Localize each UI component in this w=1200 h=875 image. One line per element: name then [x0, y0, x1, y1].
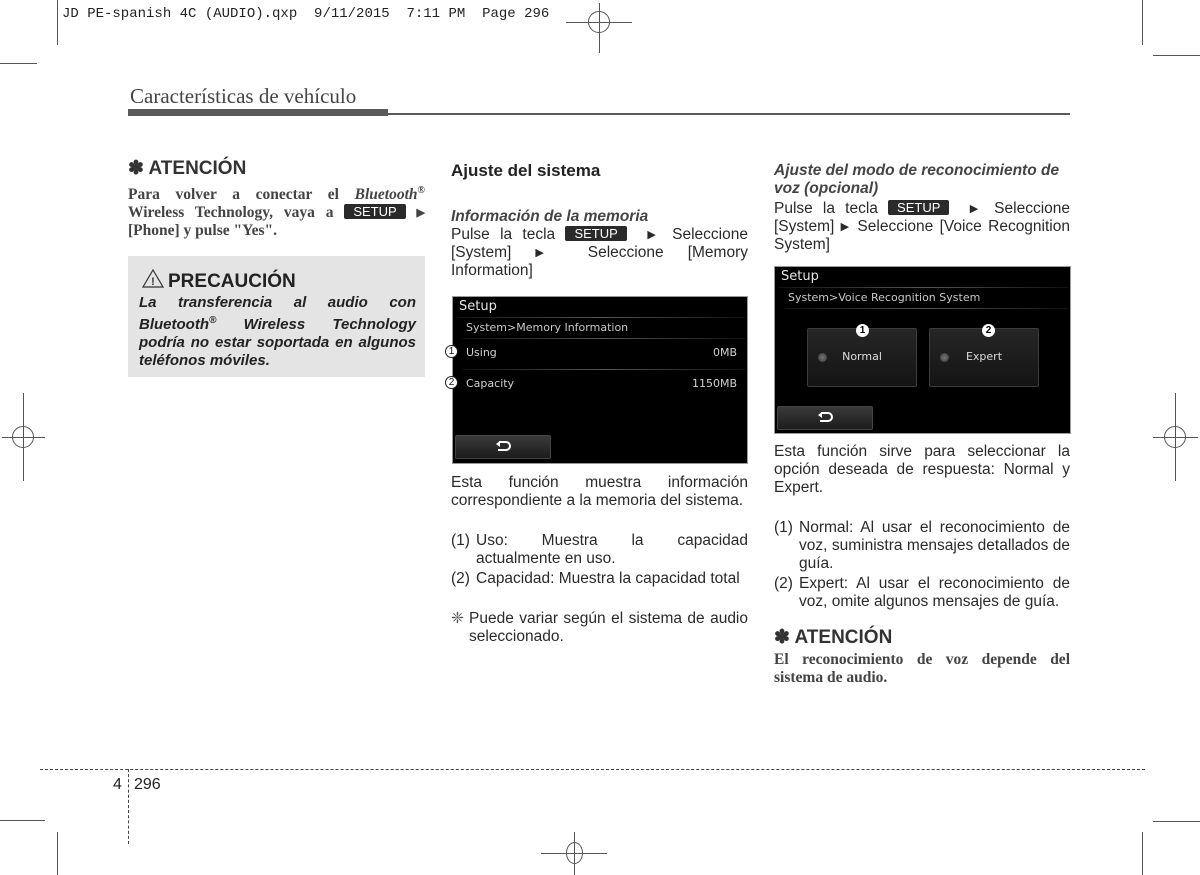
back-button[interactable] — [455, 435, 551, 459]
memory-info-screenshot: Setup System>Memory Information Using 0M… — [452, 296, 748, 464]
screen-breadcrumb: System>Memory Information — [466, 321, 629, 334]
attention-note-bluetooth: ✽ ATENCIÓN Para volver a conectar el Blu… — [128, 158, 425, 240]
arrow-right-icon: ▶ — [535, 247, 564, 259]
note: ❈ Puede variar según el sistema de audio… — [451, 610, 748, 645]
list-item: (2) Capacidad: Muestra la capacidad tota… — [451, 570, 740, 587]
section-heading: Ajuste del sistema — [451, 161, 601, 180]
attention-heading: ✽ ATENCIÓN — [128, 158, 247, 179]
arrow-right-icon: ▶ — [647, 229, 662, 241]
attention-heading: ✽ ATENCIÓN — [774, 627, 893, 648]
back-arrow-icon — [817, 409, 833, 427]
back-arrow-icon — [495, 438, 511, 456]
list-item: (1) Uso: Muestra la capacidad actualment… — [451, 532, 748, 567]
page-number: 296 — [134, 776, 161, 793]
callout-1: 1 — [856, 324, 869, 337]
screen-breadcrumb: System>Voice Recognition System — [788, 291, 981, 304]
crop-mark — [1153, 821, 1200, 822]
voice-recognition-description: Esta función sirve para seleccionar la o… — [774, 443, 1070, 686]
print-slug: JD PE-spanish 4C (AUDIO).qxp 9/11/2015 7… — [62, 6, 550, 22]
divider — [785, 308, 1068, 309]
system-settings-section: Ajuste del sistema Información de la mem… — [451, 162, 748, 280]
subsection-heading: Información de la memoria — [451, 208, 649, 225]
arrow-right-icon: ▶ — [969, 203, 985, 215]
divider — [463, 338, 745, 339]
section-title: Características de vehículo — [130, 84, 357, 108]
screen-title: Setup — [781, 269, 819, 284]
capacity-value: 1150MB — [691, 377, 737, 390]
crop-mark — [0, 820, 45, 821]
divider — [463, 369, 745, 370]
caution-box: ! PRECAUCIÓN La transferencia al audio c… — [128, 256, 425, 377]
divider — [457, 317, 745, 318]
crop-mark — [57, 0, 58, 45]
screen-title: Setup — [459, 299, 497, 314]
option-expert-button[interactable]: Expert — [929, 328, 1039, 387]
svg-text:!: ! — [151, 276, 155, 288]
title-rule-thin — [388, 113, 1070, 115]
setup-key-badge: SETUP — [888, 200, 950, 215]
using-value: 0MB — [712, 346, 737, 359]
voice-recognition-section: Ajuste del modo de reconocimiento de voz… — [774, 162, 1070, 254]
crop-mark — [1142, 0, 1143, 45]
crop-mark — [1142, 832, 1143, 875]
caution-heading: ! PRECAUCIÓN — [141, 268, 296, 294]
callout-2: 2 — [445, 376, 458, 389]
subsection-heading: Ajuste del modo de reconocimiento de voz… — [774, 162, 1060, 197]
crop-mark — [57, 832, 58, 875]
memory-info-description: Esta función muestra información corresp… — [451, 474, 748, 645]
voice-recognition-instructions: Pulse la tecla SETUP ▶ Seleccione [Syste… — [774, 200, 1070, 253]
crop-mark — [1153, 55, 1200, 56]
memory-info-instructions: Pulse la tecla SETUP ▶ Seleccione [Syste… — [451, 226, 748, 279]
note-mark-icon: ❈ — [451, 610, 464, 627]
attention-text: El reconocimiento de voz depende del sis… — [774, 651, 1070, 686]
divider — [779, 287, 1068, 288]
title-rule-thick — [128, 109, 388, 116]
caution-text: La transferencia al audio con Bluetooth®… — [139, 294, 416, 369]
crop-mark — [0, 63, 37, 64]
arrow-right-icon: ▶ — [416, 207, 425, 220]
voice-recognition-screenshot: Setup System>Voice Recognition System No… — [774, 266, 1071, 434]
list-item: (2) Expert: Al usar el reconocimiento de… — [774, 575, 1070, 610]
footer-divider — [128, 769, 129, 844]
callout-2: 2 — [982, 324, 995, 337]
footer-rule — [40, 769, 1145, 770]
setup-key-badge: SETUP — [565, 226, 627, 241]
using-label: Using — [466, 346, 497, 359]
setup-key-badge: SETUP — [344, 204, 406, 220]
back-button[interactable] — [777, 406, 873, 430]
arrow-right-icon: ▶ — [840, 221, 852, 233]
warning-triangle-icon: ! — [141, 268, 165, 294]
attention-text: Para volver a conectar el Bluetooth® Wir… — [128, 185, 425, 240]
callout-1: 1 — [445, 345, 458, 358]
list-item: (1) Normal: Al usar el reconocimiento de… — [774, 519, 1070, 572]
chapter-number: 4 — [113, 776, 122, 793]
capacity-label: Capacity — [466, 377, 515, 390]
